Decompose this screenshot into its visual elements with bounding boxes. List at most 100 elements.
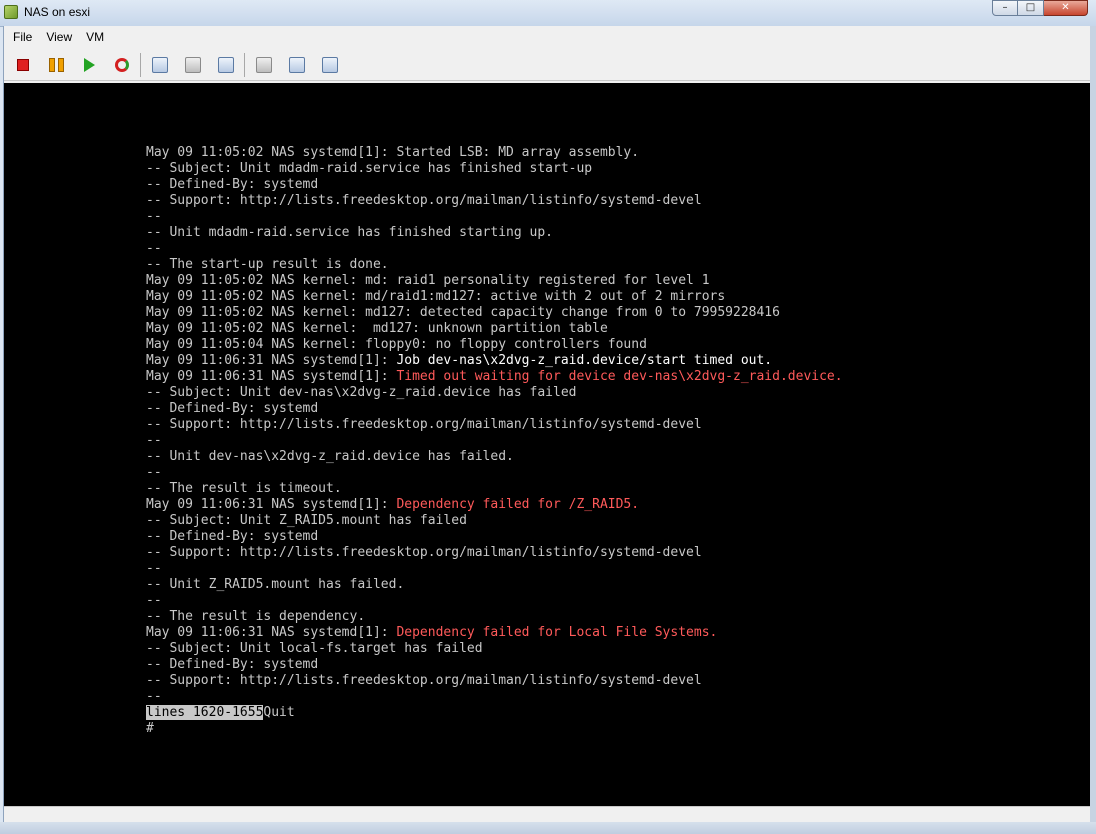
window-controls: – □ ✕ [992, 0, 1088, 18]
status-bar [4, 806, 1090, 823]
console-line-text: May 09 11:05:02 NAS systemd[1]: Started … [146, 145, 640, 160]
console-line: -- Defined-By: systemd [146, 177, 843, 193]
console-line: -- [146, 593, 843, 609]
vm-console-window: File View VM May 09 11:05:02 NAS systemd… [3, 26, 1091, 823]
revert-icon [185, 57, 201, 73]
console-line-text: May 09 11:05:04 NAS kernel: floppy0: no … [146, 337, 647, 352]
power-off-button[interactable] [9, 52, 37, 78]
minimize-button[interactable]: – [992, 0, 1018, 16]
console-line: May 09 11:05:02 NAS kernel: md127: detec… [146, 305, 843, 321]
console-line-text: -- Subject: Unit dev-nas\x2dvg-z_raid.de… [146, 385, 577, 400]
console-line-text: -- [146, 433, 162, 448]
console-line: -- Defined-By: systemd [146, 401, 843, 417]
console-line: -- Unit Z_RAID5.mount has failed. [146, 577, 843, 593]
console-line-text: -- Support: http://lists.freedesktop.org… [146, 673, 702, 688]
console-line-text: -- Subject: Unit mdadm-raid.service has … [146, 161, 593, 176]
console-line: -- Unit dev-nas\x2dvg-z_raid.device has … [146, 449, 843, 465]
console-line-text: -- Defined-By: systemd [146, 657, 319, 672]
power-on-button[interactable] [75, 52, 103, 78]
console-line: -- Support: http://lists.freedesktop.org… [146, 673, 843, 689]
options-icon [322, 57, 338, 73]
window-titlebar[interactable]: NAS on esxi – □ ✕ [0, 0, 1096, 27]
console-line-text: -- Support: http://lists.freedesktop.org… [146, 417, 702, 432]
console-line: -- Support: http://lists.freedesktop.org… [146, 545, 843, 561]
console-line: -- Subject: Unit mdadm-raid.service has … [146, 161, 843, 177]
console-line-text: -- Unit dev-nas\x2dvg-z_raid.device has … [146, 449, 514, 464]
console-line-text: -- Defined-By: systemd [146, 177, 319, 192]
console-line-text: -- The start-up result is done. [146, 257, 389, 272]
console-line-text: -- Support: http://lists.freedesktop.org… [146, 193, 702, 208]
snapshot-manager-button[interactable] [212, 52, 240, 78]
console-line: -- The result is dependency. [146, 609, 843, 625]
vm-console-screen[interactable]: May 09 11:05:02 NAS systemd[1]: Started … [4, 83, 1090, 806]
console-line-text: -- Support: http://lists.freedesktop.org… [146, 545, 702, 560]
console-line-text: -- The result is dependency. [146, 609, 366, 624]
settings-button[interactable] [283, 52, 311, 78]
menu-view[interactable]: View [39, 30, 79, 44]
console-line-text: -- [146, 241, 162, 256]
toolbar-separator [140, 53, 141, 77]
console-line: -- Subject: Unit local-fs.target has fai… [146, 641, 843, 657]
menu-file[interactable]: File [4, 30, 39, 44]
vm-options-button[interactable] [316, 52, 344, 78]
console-line-prefix: May 09 11:06:31 NAS systemd[1]: [146, 497, 397, 512]
stop-icon [17, 59, 29, 71]
console-line: May 09 11:05:04 NAS kernel: floppy0: no … [146, 337, 843, 353]
close-button[interactable]: ✕ [1044, 0, 1088, 16]
console-line-text: -- Unit mdadm-raid.service has finished … [146, 225, 553, 240]
console-line: May 09 11:06:31 NAS systemd[1]: Dependen… [146, 625, 843, 641]
console-line: -- The result is timeout. [146, 481, 843, 497]
revert-snapshot-button[interactable] [179, 52, 207, 78]
console-line: May 09 11:05:02 NAS kernel: md127: unkno… [146, 321, 843, 337]
snapshot-icon [152, 57, 168, 73]
console-line: May 09 11:05:02 NAS kernel: md/raid1:md1… [146, 289, 843, 305]
window-border [1090, 26, 1096, 822]
console-line: -- Subject: Unit Z_RAID5.mount has faile… [146, 513, 843, 529]
console-line: -- The start-up result is done. [146, 257, 843, 273]
console-line-text: May 09 11:05:02 NAS kernel: md: raid1 pe… [146, 273, 710, 288]
console-line: May 09 11:05:02 NAS systemd[1]: Started … [146, 145, 843, 161]
snapshot-button[interactable] [146, 52, 174, 78]
toolbar-separator [244, 53, 245, 77]
console-line: -- Subject: Unit dev-nas\x2dvg-z_raid.de… [146, 385, 843, 401]
reset-icon [115, 58, 129, 72]
console-line: -- Defined-By: systemd [146, 529, 843, 545]
console-line-prefix: May 09 11:06:31 NAS systemd[1]: [146, 625, 397, 640]
console-line: -- Defined-By: systemd [146, 657, 843, 673]
console-line-text: Dependency failed for /Z_RAID5. [396, 497, 640, 512]
console-line-text: Dependency failed for Local File Systems… [396, 625, 718, 640]
send-ctrl-alt-del-button[interactable] [250, 52, 278, 78]
window-title: NAS on esxi [24, 5, 91, 19]
console-line-text: -- Defined-By: systemd [146, 401, 319, 416]
pager-quit-text: Quit [263, 705, 295, 720]
console-line: May 09 11:06:31 NAS systemd[1]: Dependen… [146, 497, 843, 513]
console-line-text: -- Unit Z_RAID5.mount has failed. [146, 577, 405, 592]
keyboard-icon [256, 57, 272, 73]
menu-vm[interactable]: VM [79, 30, 111, 44]
console-line-text: -- [146, 561, 162, 576]
console-line-text: -- [146, 209, 162, 224]
suspend-button[interactable] [42, 52, 70, 78]
console-line: -- [146, 241, 843, 257]
console-line-text: Job dev-nas\x2dvg-z_raid.device/start ti… [396, 353, 773, 368]
console-line: -- [146, 465, 843, 481]
console-line-text: -- The result is timeout. [146, 481, 342, 496]
console-line: -- Unit mdadm-raid.service has finished … [146, 225, 843, 241]
console-line-text: -- Defined-By: systemd [146, 529, 319, 544]
pager-status: lines 1620-1655 [146, 705, 264, 720]
console-line: -- Support: http://lists.freedesktop.org… [146, 417, 843, 433]
menu-bar: File View VM [4, 26, 1090, 48]
console-line: May 09 11:06:31 NAS systemd[1]: Timed ou… [146, 369, 843, 385]
console-line-text: -- [146, 689, 162, 704]
console-line-text: -- [146, 593, 162, 608]
shell-prompt[interactable]: # [146, 721, 843, 737]
play-icon [83, 58, 95, 72]
console-line: May 09 11:06:31 NAS systemd[1]: Job dev-… [146, 353, 843, 369]
pager-line: lines 1620-1655Quit [146, 705, 843, 721]
settings-icon [289, 57, 305, 73]
taskbar-strip [0, 822, 1096, 834]
vm-app-icon [4, 5, 18, 19]
console-line: -- [146, 689, 843, 705]
reset-button[interactable] [108, 52, 136, 78]
maximize-button[interactable]: □ [1018, 0, 1044, 16]
